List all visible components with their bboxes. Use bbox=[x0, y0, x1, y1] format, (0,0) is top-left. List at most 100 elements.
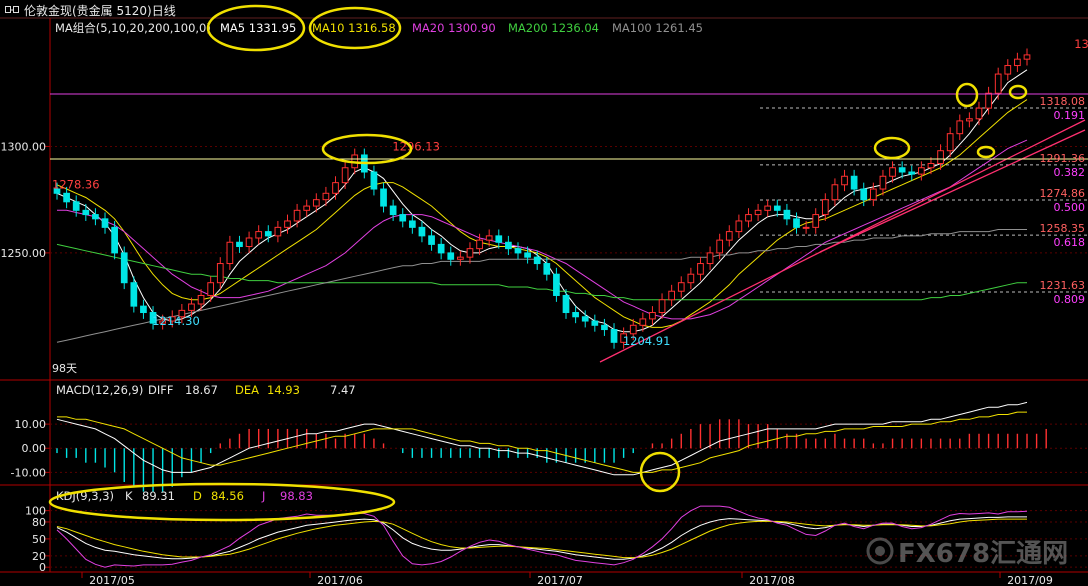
y-tick-label: 0.00 bbox=[22, 442, 47, 455]
candle bbox=[524, 252, 531, 258]
x-tick-label: 2017/08 bbox=[749, 574, 795, 586]
chart-canvas: 1250.001300.0010.000.00-10.001008050200 … bbox=[0, 4, 1088, 586]
trend-lines bbox=[50, 93, 1088, 363]
fib-price: 1258.35 bbox=[1040, 222, 1086, 235]
candle bbox=[831, 184, 839, 201]
candle bbox=[937, 150, 944, 164]
candle bbox=[447, 252, 455, 260]
candle bbox=[72, 201, 80, 211]
candle bbox=[889, 167, 896, 177]
candle bbox=[505, 241, 512, 250]
candle bbox=[341, 167, 349, 184]
ma-line-ma100 bbox=[56, 229, 1027, 343]
candle bbox=[841, 175, 848, 186]
candle bbox=[82, 209, 90, 216]
candle bbox=[533, 256, 541, 265]
candle bbox=[312, 199, 320, 207]
price-annotation: 1214.30 bbox=[152, 314, 200, 328]
y-tick-label: 1250.00 bbox=[1, 247, 47, 260]
ma-line-ma10 bbox=[56, 99, 1028, 328]
macd-dea-label: DEA bbox=[235, 383, 259, 397]
kdj-line-j bbox=[56, 505, 1028, 568]
candle bbox=[437, 243, 445, 254]
candle bbox=[783, 209, 791, 220]
candle bbox=[370, 171, 378, 190]
candle bbox=[668, 290, 676, 301]
price-annotation: 1296.13 bbox=[392, 140, 440, 154]
candle bbox=[956, 120, 964, 135]
candle bbox=[92, 214, 99, 220]
fib-ratio: 0.500 bbox=[1054, 201, 1086, 214]
candle bbox=[495, 235, 503, 243]
candle bbox=[994, 73, 1002, 94]
candle bbox=[63, 192, 70, 203]
candle bbox=[255, 231, 263, 239]
day-count-label: 98天 bbox=[52, 362, 77, 375]
candle bbox=[601, 324, 608, 331]
candle bbox=[975, 107, 983, 120]
macd-value: 7.47 bbox=[330, 383, 356, 397]
candle bbox=[821, 199, 829, 216]
ma-readouts: MA5 1331.95 MA10 1316.58 MA20 1300.90 MA200… bbox=[220, 21, 703, 35]
macd-lines bbox=[56, 401, 1028, 476]
fib-labels: 1318.080.191 1291.360.382 1274.860.500 1258… bbox=[1040, 95, 1086, 306]
fib-price: 1291.36 bbox=[1040, 152, 1086, 165]
candle bbox=[918, 167, 925, 175]
x-tick-label: 2017/06 bbox=[317, 574, 363, 586]
candle bbox=[216, 263, 224, 284]
kdj-j-value: 98.83 bbox=[280, 489, 313, 503]
candle bbox=[101, 218, 109, 228]
y-tick-label: 50 bbox=[32, 533, 46, 546]
candle bbox=[322, 192, 330, 201]
candle bbox=[610, 329, 618, 343]
candle bbox=[389, 205, 397, 216]
kdj-lines bbox=[56, 505, 1028, 568]
candle bbox=[457, 256, 464, 260]
kdj-d-value: 84.56 bbox=[211, 489, 244, 503]
candle bbox=[687, 273, 695, 284]
ma-readout: MA20 1300.90 bbox=[412, 21, 496, 35]
candle bbox=[428, 235, 435, 245]
fib-ratio: 0.382 bbox=[1054, 166, 1086, 179]
candle bbox=[629, 324, 637, 335]
candle bbox=[380, 188, 387, 207]
candle bbox=[543, 263, 551, 275]
y-tick-label: 1300.00 bbox=[1, 140, 47, 153]
candle bbox=[850, 175, 858, 190]
kdj-k-label: K bbox=[125, 489, 133, 503]
highlight-top bbox=[955, 82, 979, 108]
candle bbox=[591, 320, 599, 326]
candle bbox=[946, 133, 954, 152]
fib-price: 1318.08 bbox=[1040, 95, 1086, 108]
y-tick-label: 80 bbox=[32, 516, 46, 529]
candle bbox=[869, 188, 877, 201]
candle bbox=[677, 282, 685, 292]
candle bbox=[1023, 54, 1031, 60]
candle bbox=[264, 231, 272, 237]
ma-indicator-label: MA组合(5,10,20,200,100,0) bbox=[55, 21, 211, 35]
fib-ratio: 0.809 bbox=[1054, 293, 1086, 306]
price-annotation: 1204.91 bbox=[623, 334, 671, 348]
macd-line-diff bbox=[56, 401, 1028, 476]
candle bbox=[553, 273, 560, 296]
kdj-d-label: D bbox=[193, 489, 202, 503]
macd-dea-value: 14.93 bbox=[267, 383, 300, 397]
candle bbox=[197, 294, 205, 305]
candle bbox=[793, 218, 800, 228]
x-tick-label: 2017/09 bbox=[1007, 574, 1053, 586]
candle bbox=[120, 252, 128, 284]
candle bbox=[466, 248, 474, 258]
candle bbox=[476, 239, 483, 250]
candle bbox=[293, 209, 301, 222]
fib-ratio: 0.618 bbox=[1054, 236, 1086, 249]
candle bbox=[188, 303, 195, 311]
highlight-pullback bbox=[976, 145, 996, 159]
gridlines bbox=[44, 145, 1088, 568]
ma-readout: MA100 1261.45 bbox=[612, 21, 703, 35]
candle bbox=[706, 252, 714, 265]
candle bbox=[649, 312, 656, 320]
y-tick-label: -10.00 bbox=[11, 466, 46, 479]
candle bbox=[1004, 65, 1012, 75]
candle bbox=[745, 214, 752, 222]
candle bbox=[130, 282, 138, 307]
